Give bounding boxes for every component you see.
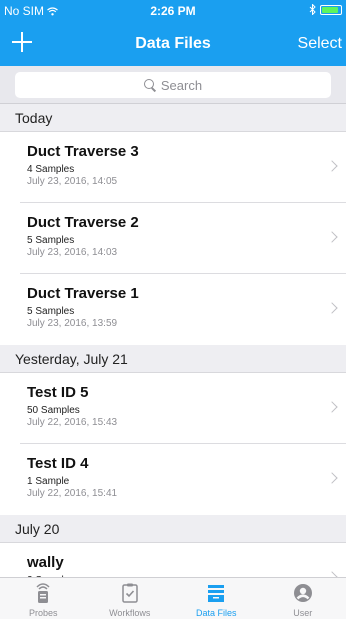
data-file-date: July 22, 2016, 15:43 bbox=[27, 417, 118, 428]
data-file-row[interactable]: Duct Traverse 1 5 Samples July 23, 2016, 1… bbox=[0, 274, 346, 345]
status-time: 2:26 PM bbox=[150, 4, 196, 18]
user-icon bbox=[292, 582, 314, 608]
data-file-date: July 23, 2016, 14:03 bbox=[27, 247, 118, 258]
section-header: July 20 bbox=[0, 515, 346, 543]
tab-probes[interactable]: Probes bbox=[0, 578, 87, 619]
data-files-list[interactable]: Today Duct Traverse 34 Samples July 23, 20… bbox=[0, 104, 346, 577]
probe-icon bbox=[32, 582, 54, 608]
search-bar: Search bbox=[0, 66, 346, 104]
tab-data-files[interactable]: Data Files bbox=[173, 578, 260, 619]
data-file-samples: 4 Samples bbox=[27, 164, 75, 175]
status-bar: No SIM 2:26 PM bbox=[0, 0, 346, 22]
battery-fill bbox=[322, 6, 339, 13]
tab-bar: Probes Workflows Data Files User bbox=[0, 577, 346, 619]
data-files-icon bbox=[205, 582, 227, 608]
tab-label: Data Files bbox=[195, 608, 237, 618]
data-file-row[interactable]: Duct Traverse 3 4 Samples July 23, 2016, 1… bbox=[0, 132, 346, 203]
data-file-row[interactable]: Test ID 5 50 Samples July 22, 2016, 15:43 bbox=[0, 373, 346, 444]
chevron-right-icon bbox=[328, 231, 336, 243]
data-file-title: Duct Traverse 3 bbox=[27, 143, 139, 160]
section-header: Yesterday, July 21 bbox=[0, 345, 346, 373]
data-file-title: Duct Traverse 2 bbox=[27, 214, 139, 231]
data-file-row[interactable]: Test ID 4 1 Sample July 22, 2016, 15:41 bbox=[0, 444, 346, 515]
clipboard-check-icon bbox=[119, 582, 141, 608]
data-file-title: Test ID 5 bbox=[27, 384, 89, 401]
data-file-samples: 1 Sample bbox=[27, 476, 70, 487]
chevron-right-icon bbox=[328, 160, 336, 172]
data-file-row[interactable]: Duct Traverse 2 5 Samples July 23, 2016, 1… bbox=[0, 203, 346, 274]
search-input[interactable]: Search bbox=[15, 72, 331, 98]
nav-bar: Data Files Select bbox=[0, 22, 346, 66]
page-title: Data Files bbox=[135, 35, 211, 52]
section-header: Today bbox=[0, 104, 346, 132]
tab-label: Probes bbox=[28, 608, 58, 618]
data-file-date: July 23, 2016, 13:59 bbox=[27, 318, 118, 329]
tab-workflows[interactable]: Workflows bbox=[87, 578, 174, 619]
chevron-right-icon bbox=[328, 302, 336, 314]
search-placeholder: Search bbox=[160, 77, 203, 93]
battery-icon bbox=[320, 4, 342, 15]
chevron-right-icon bbox=[328, 472, 336, 484]
data-file-title: wally bbox=[27, 554, 64, 571]
data-file-samples: 5 Samples bbox=[27, 235, 75, 246]
data-file-date: July 22, 2016, 15:41 bbox=[27, 488, 118, 499]
chevron-right-icon bbox=[328, 401, 336, 413]
search-icon bbox=[143, 79, 156, 91]
tab-user[interactable]: User bbox=[260, 578, 346, 619]
bluetooth-icon bbox=[309, 4, 316, 15]
data-file-title: Duct Traverse 1 bbox=[27, 285, 139, 302]
status-right bbox=[309, 4, 342, 15]
tab-label: User bbox=[293, 608, 313, 618]
data-file-samples: 5 Samples bbox=[27, 306, 75, 317]
data-file-title: Test ID 4 bbox=[27, 455, 89, 472]
tab-label: Workflows bbox=[109, 608, 151, 618]
data-file-row[interactable]: wally2 Samples bbox=[0, 543, 346, 577]
data-file-samples: 50 Samples bbox=[27, 405, 80, 416]
data-file-date: July 23, 2016, 14:05 bbox=[27, 176, 118, 187]
select-button[interactable]: Select bbox=[298, 35, 342, 53]
